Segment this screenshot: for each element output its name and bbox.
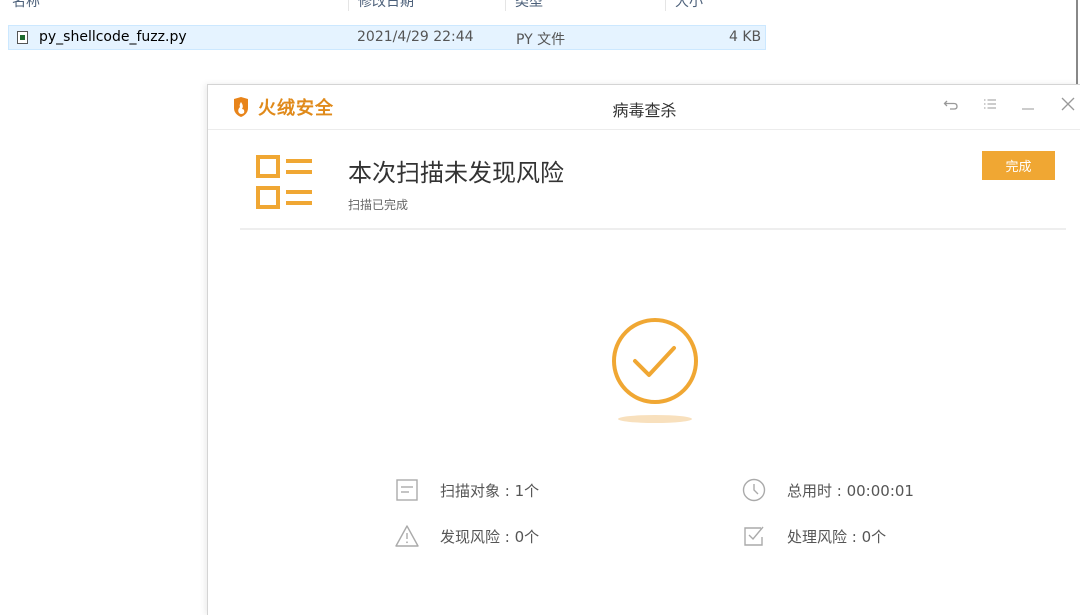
menu-icon[interactable]	[979, 96, 1001, 118]
column-divider[interactable]	[505, 0, 506, 11]
column-header-name[interactable]: 名称	[12, 0, 40, 11]
column-divider[interactable]	[665, 0, 666, 11]
stat-label: 扫描对象 : 1个	[440, 481, 540, 500]
result-subtitle: 扫描已完成	[348, 198, 409, 212]
back-icon[interactable]	[940, 96, 962, 118]
done-button[interactable]: 完成	[982, 151, 1055, 180]
column-divider[interactable]	[348, 0, 349, 11]
file-type: PY 文件	[516, 32, 566, 48]
column-header-row: 名称 修改日期 类型 大小	[0, 0, 772, 11]
stat-total-time: 总用时 : 00:00:01	[741, 477, 914, 503]
dialog-titlebar[interactable]: 火绒安全 病毒查杀	[208, 85, 1080, 130]
stat-label: 发现风险 : 0个	[440, 527, 540, 546]
result-title: 本次扫描未发现风险	[348, 159, 564, 187]
minimize-icon[interactable]	[1017, 96, 1039, 118]
file-name: py_shellcode_fuzz.py	[39, 29, 187, 45]
file-size: 4 KB	[729, 29, 762, 45]
file-modified: 2021/4/29 22:44	[357, 29, 474, 45]
stat-risks-handled: 处理风险 : 0个	[741, 523, 886, 549]
python-file-icon	[17, 31, 28, 44]
checkbox-icon	[744, 526, 764, 546]
stat-risks-found: 发现风险 : 0个	[394, 523, 539, 549]
stat-label: 处理风险 : 0个	[787, 527, 887, 546]
success-check-icon	[612, 318, 698, 423]
stat-label: 总用时 : 00:00:01	[787, 481, 914, 500]
column-header-modified[interactable]: 修改日期	[358, 0, 414, 11]
column-header-size[interactable]: 大小	[675, 0, 703, 11]
column-header-type[interactable]: 类型	[515, 0, 543, 11]
stat-scanned-objects: 扫描对象 : 1个	[394, 477, 539, 503]
document-icon	[396, 479, 418, 501]
clock-icon	[742, 478, 766, 502]
warning-icon	[395, 525, 419, 547]
file-row[interactable]: py_shellcode_fuzz.py 2021/4/29 22:44 PY …	[8, 25, 766, 50]
scan-report-icon	[256, 155, 312, 209]
virus-scan-dialog: 火绒安全 病毒查杀 本次扫描未发现风险 扫描已完成 完成 扫描对象: 1个 总…	[207, 84, 1080, 615]
close-icon[interactable]	[1057, 96, 1079, 118]
divider	[240, 228, 1066, 230]
